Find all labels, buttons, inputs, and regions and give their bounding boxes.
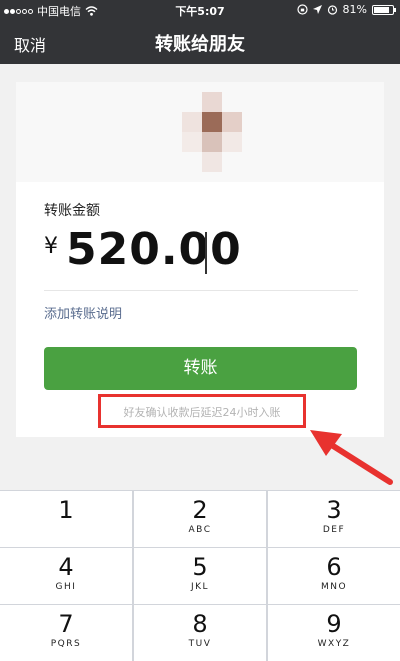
- text-cursor: [205, 232, 207, 274]
- key-letters: DEF: [322, 525, 346, 535]
- annotation-arrow-icon: [310, 430, 393, 485]
- key-letters: MNO: [320, 582, 348, 592]
- key-number: 9: [326, 610, 342, 638]
- add-note-link[interactable]: 添加转账说明: [44, 303, 122, 322]
- battery-percent: 81%: [342, 3, 367, 16]
- status-bar: 中国电信 下午5:07 81%: [0, 0, 400, 20]
- divider: [44, 290, 358, 291]
- key-number: 8: [192, 610, 208, 638]
- key-number: 3: [326, 496, 342, 524]
- battery-icon: [372, 4, 396, 15]
- key-number: 4: [58, 553, 74, 581]
- key-8[interactable]: 8 TUV: [134, 605, 266, 661]
- hint-highlight-box: 好友确认收款后延迟24小时入账: [98, 394, 306, 428]
- key-letters: PQRS: [50, 639, 82, 649]
- key-letters: WXYZ: [317, 639, 351, 649]
- recipient-header: [16, 82, 384, 182]
- key-letters: ABC: [188, 525, 212, 535]
- key-number: 2: [192, 496, 208, 524]
- numeric-keypad: 1 2 ABC 3 DEF 4 GHI 5 JKL 6 MNO 7 PQRS 8…: [0, 490, 400, 661]
- key-2[interactable]: 2 ABC: [134, 491, 266, 547]
- currency-symbol: ¥: [44, 234, 58, 259]
- transfer-button[interactable]: 转账: [44, 347, 357, 390]
- amount-label: 转账金额: [44, 203, 100, 219]
- key-number: 6: [326, 553, 342, 581]
- key-3[interactable]: 3 DEF: [268, 491, 400, 547]
- key-9[interactable]: 9 WXYZ: [268, 605, 400, 661]
- alarm-icon: [327, 5, 337, 15]
- page-title: 转账给朋友: [155, 34, 245, 55]
- key-number: 5: [192, 553, 208, 581]
- transfer-card: 转账金额 ¥ 520.00 添加转账说明 转账 好友确认收款后延迟24小时入账: [16, 82, 384, 437]
- key-5[interactable]: 5 JKL: [134, 548, 266, 604]
- key-number: 1: [58, 496, 74, 524]
- key-letters: GHI: [55, 582, 77, 592]
- delay-hint-text: 好友确认收款后延迟24小时入账: [123, 406, 281, 419]
- key-letters: TUV: [188, 639, 212, 649]
- key-7[interactable]: 7 PQRS: [0, 605, 132, 661]
- rotation-lock-icon: [296, 4, 308, 15]
- key-letters: JKL: [190, 582, 210, 592]
- status-right: 81%: [296, 3, 396, 16]
- key-number: 7: [58, 610, 74, 638]
- battery-level: [374, 6, 389, 13]
- key-6[interactable]: 6 MNO: [268, 548, 400, 604]
- location-icon: [312, 5, 322, 14]
- key-4[interactable]: 4 GHI: [0, 548, 132, 604]
- key-1[interactable]: 1: [0, 491, 132, 547]
- avatar: [182, 92, 242, 172]
- nav-bar: 取消 转账给朋友: [0, 20, 400, 64]
- amount-input[interactable]: 520.00: [66, 224, 242, 275]
